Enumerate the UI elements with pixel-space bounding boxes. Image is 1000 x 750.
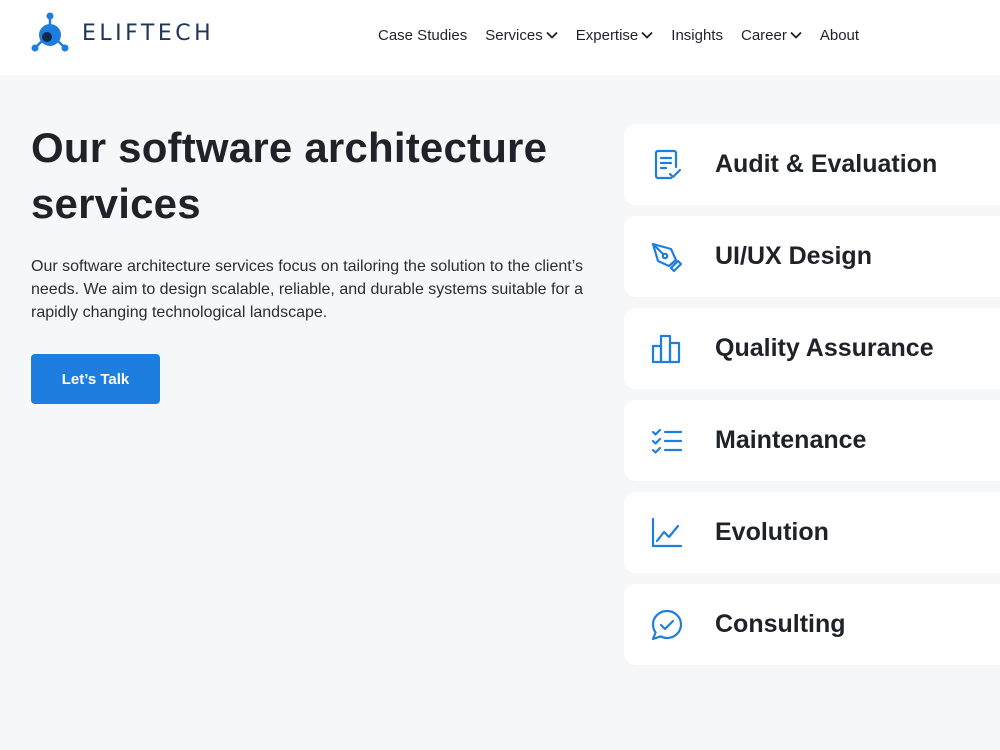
bar-chart-icon xyxy=(649,331,685,367)
nav-services-label: Services xyxy=(485,26,543,44)
chevron-down-icon xyxy=(641,31,653,39)
nav-about-label: About xyxy=(819,26,860,44)
service-label: Quality Assurance xyxy=(715,334,934,362)
chat-check-icon xyxy=(649,607,685,643)
pen-nib-icon xyxy=(649,239,685,275)
services-list: Audit & Evaluation UI/UX Design Quality … xyxy=(624,124,1000,676)
checklist-icon xyxy=(649,423,685,459)
logo[interactable]: ELIFTECH xyxy=(30,11,214,55)
eliftech-logo-icon xyxy=(31,12,69,52)
service-card-maintenance[interactable]: Maintenance xyxy=(624,400,1000,481)
nav-case-studies[interactable]: Case Studies xyxy=(378,27,467,44)
service-card-consulting[interactable]: Consulting xyxy=(624,584,1000,665)
main-nav: Case Studies Services Expertise Insights… xyxy=(378,24,859,46)
service-label: Audit & Evaluation xyxy=(715,150,938,178)
site-header: ELIFTECH Case Studies Services Expertise… xyxy=(0,0,1000,75)
service-card-ui-ux-design[interactable]: UI/UX Design xyxy=(624,216,1000,297)
service-label: Maintenance xyxy=(715,426,867,454)
nav-expertise[interactable]: Expertise xyxy=(576,27,654,44)
logo-text: ELIFTECH xyxy=(82,20,215,46)
nav-career[interactable]: Career xyxy=(741,27,802,44)
service-label: Evolution xyxy=(715,518,829,546)
line-chart-icon xyxy=(649,515,685,551)
chevron-down-icon xyxy=(790,31,802,39)
service-card-quality-assurance[interactable]: Quality Assurance xyxy=(624,308,1000,389)
chevron-down-icon xyxy=(546,31,558,39)
page-title: Our software architecture services xyxy=(31,124,548,227)
nav-services[interactable]: Services xyxy=(485,27,558,44)
nav-career-label: Career xyxy=(740,26,787,44)
lets-talk-button[interactable]: Let’s Talk xyxy=(31,354,160,404)
service-label: UI/UX Design xyxy=(715,242,872,270)
nav-case-studies-label: Case Studies xyxy=(378,26,468,44)
nav-expertise-label: Expertise xyxy=(575,26,639,44)
service-label: Consulting xyxy=(715,610,846,638)
nav-about[interactable]: About xyxy=(820,27,859,44)
nav-insights[interactable]: Insights xyxy=(671,27,723,44)
nav-insights-label: Insights xyxy=(671,26,723,44)
service-card-evolution[interactable]: Evolution xyxy=(624,492,1000,573)
service-card-audit-evaluation[interactable]: Audit & Evaluation xyxy=(624,124,1000,205)
hero-description: Our software architecture services focus… xyxy=(31,258,584,321)
document-check-icon xyxy=(649,147,685,183)
